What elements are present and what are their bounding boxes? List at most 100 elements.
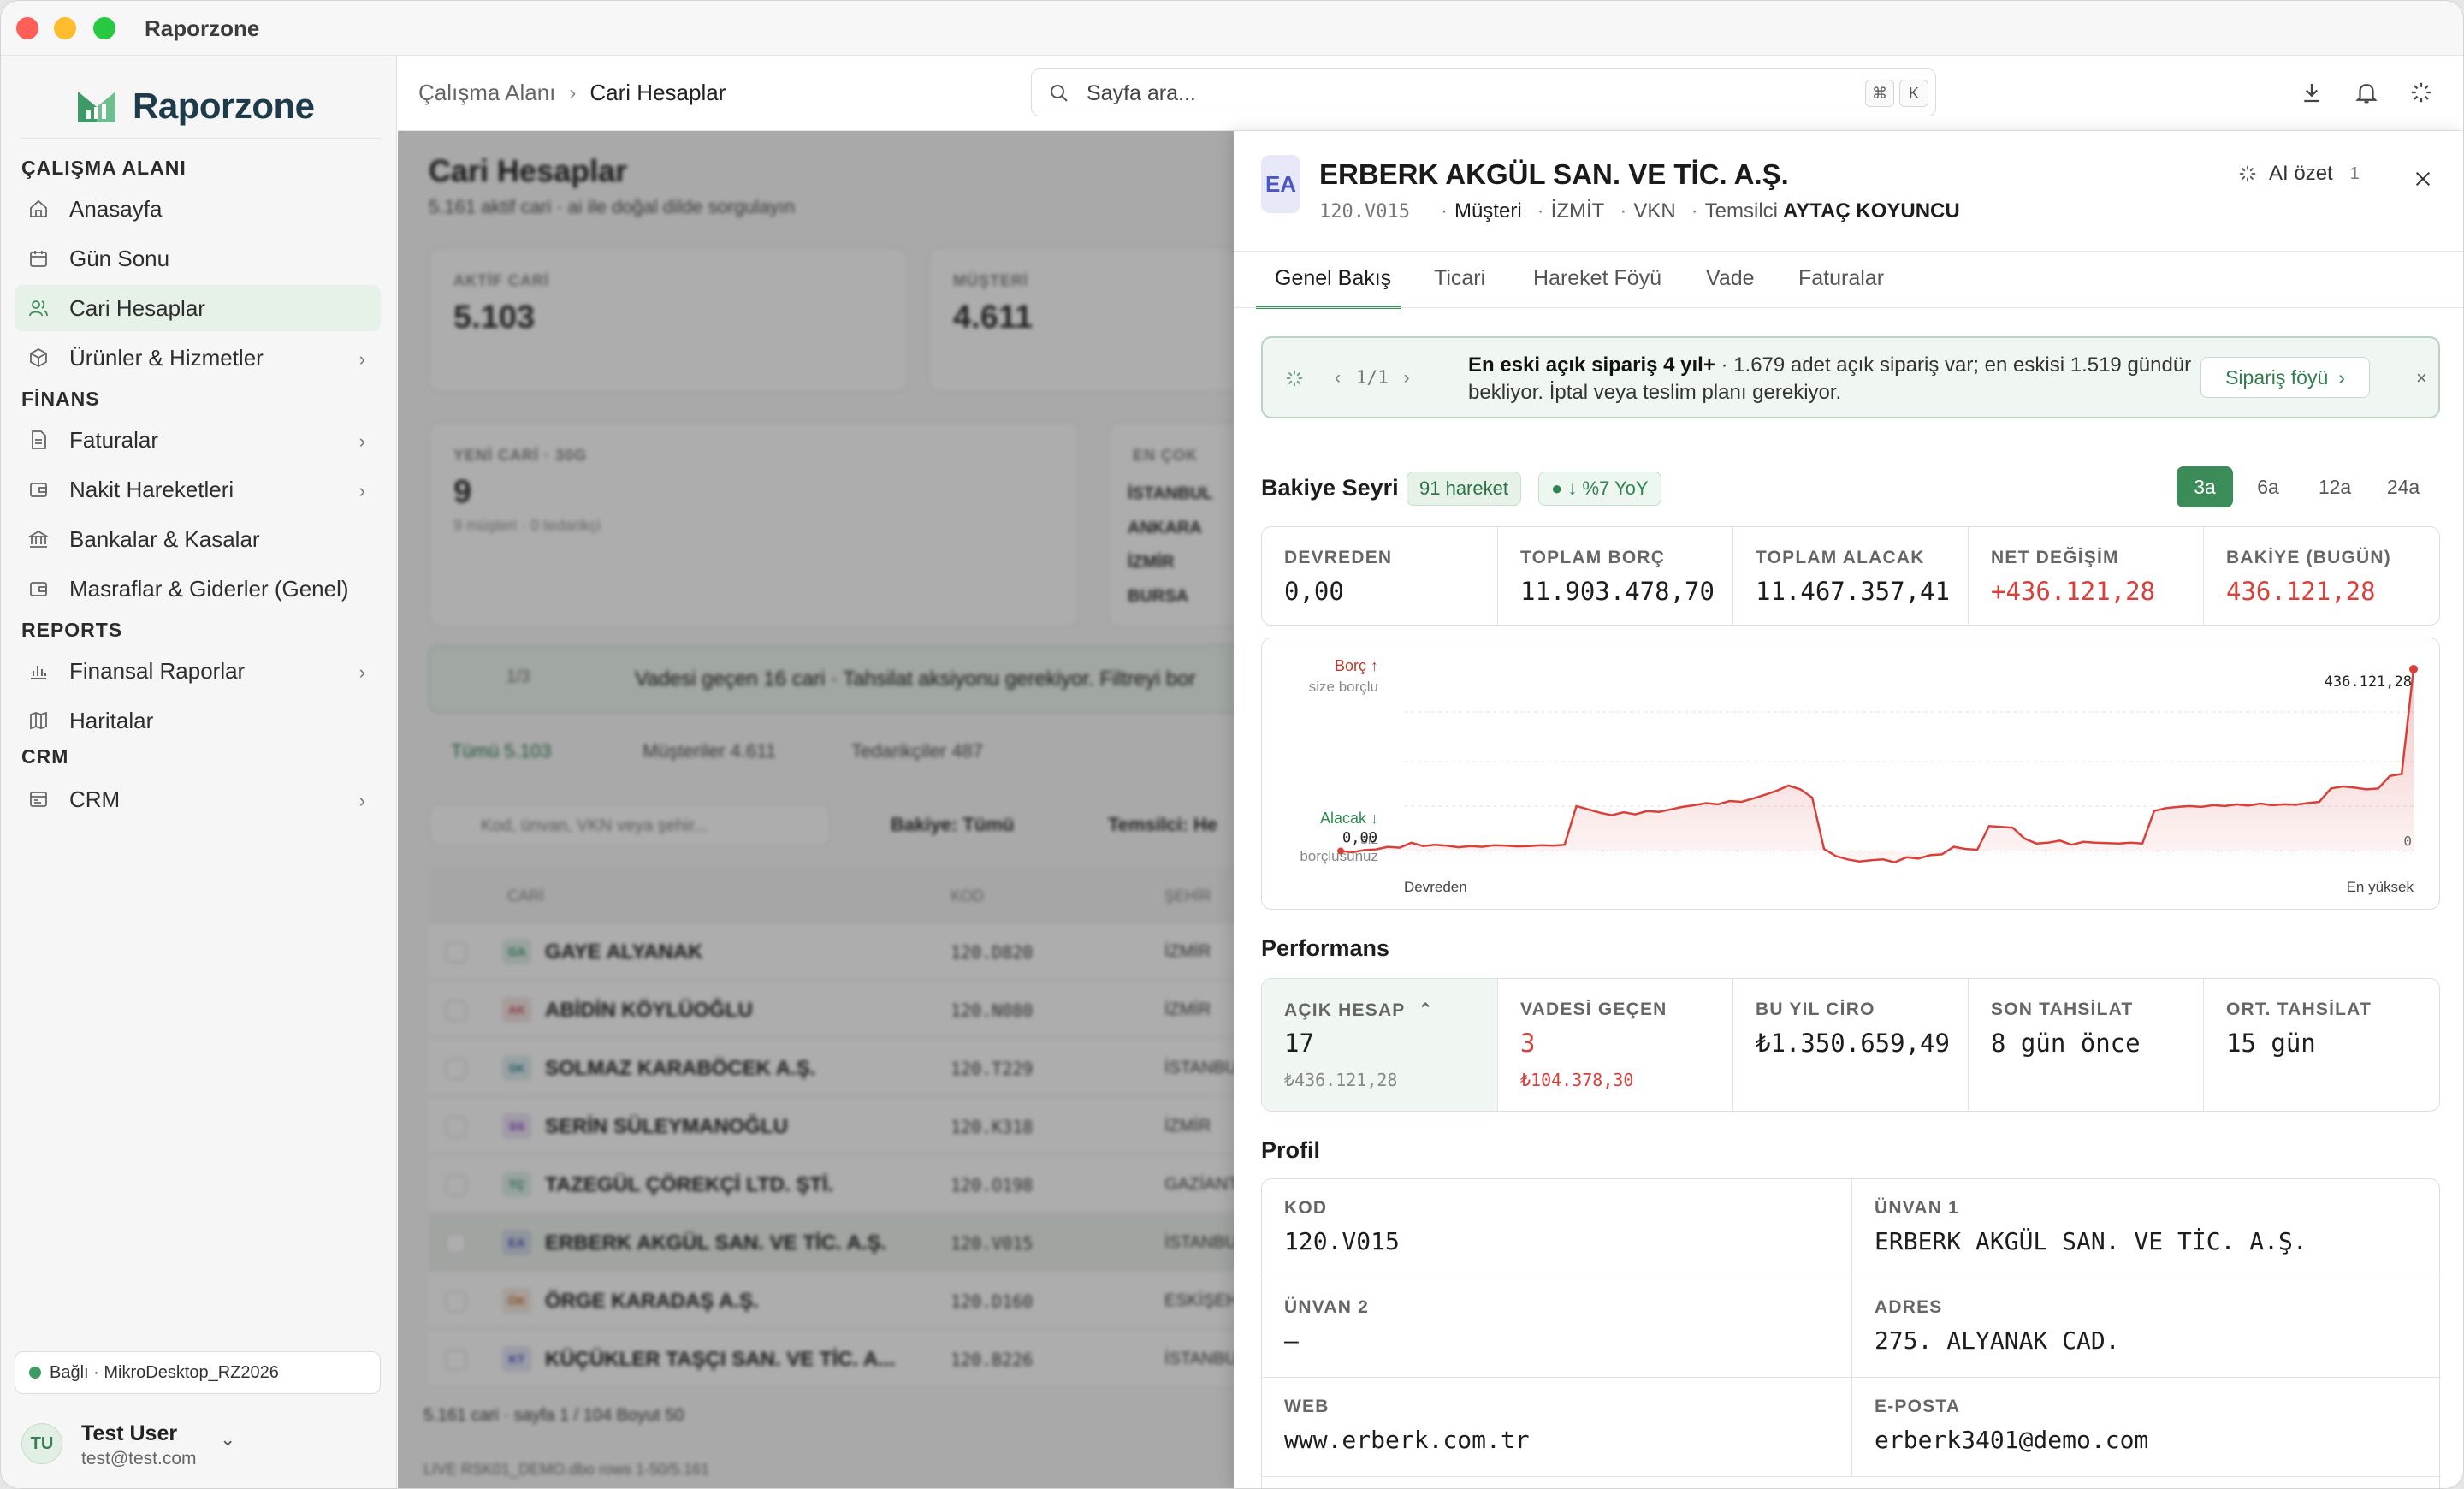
section-label-finance: FİNANS [21,388,100,410]
insight-alert: ‹ 1/1 › En eski açık sipariş 4 yıl+ · 1.… [1261,336,2440,418]
tab-due[interactable]: Vade [1706,266,1755,291]
field-label: ADRES [1875,1297,1943,1317]
breadcrumb-current: Cari Hesaplar [589,80,726,105]
debit-axis-sub: size borçlu [1309,679,1378,695]
download-icon[interactable] [2299,80,2325,105]
stat-sub: ₺436.121,28 [1284,1070,1398,1090]
stat-net-change: NET DEĞİŞİM +436.121,28 [1969,527,2204,625]
sidebar-item-cash-flows[interactable]: Nakit Hareketleri › [15,466,381,513]
search-box[interactable]: ⌘ K [1031,68,1936,116]
close-panel-button[interactable] [2406,162,2440,196]
stat-avg-collection: ORT. TAHSİLAT 15 gün [2204,979,2441,1111]
sidebar-item-label: CRM [69,786,121,812]
sparkle-settings-icon[interactable] [2408,80,2434,105]
field-value: ERBERK AKGÜL SAN. VE TİC. A.Ş. [1875,1227,2307,1255]
breadcrumb-workspace[interactable]: Çalışma Alanı [418,80,555,106]
tab-overview[interactable]: Genel Bakış [1275,266,1391,291]
box-icon [30,347,47,368]
sidebar-item-crm[interactable]: CRM › [15,776,381,822]
bank-icon [28,530,49,548]
period-12a-button[interactable]: 12a [2303,466,2366,507]
stat-value: 436.121,28 [2226,577,2376,606]
connection-status[interactable]: Bağlı · MikroDesktop_RZ2026 [15,1351,381,1394]
profile-field-email: E-POSTA erberk3401@demo.com [1851,1378,2441,1477]
chevron-right-icon: › [358,661,365,683]
stat-label: TOPLAM BORÇ [1520,548,1666,567]
balance-chart-svg: Borç ↑ size borçlu Alacak ↓ siz borçlusu… [1300,657,2418,895]
field-value[interactable]: www.erberk.com.tr [1284,1426,1530,1454]
period-6a-button[interactable]: 6a [2240,466,2296,507]
profile-grid: KOD 120.V015 ÜNVAN 1 ERBERK AKGÜL SAN. V… [1261,1178,2441,1488]
stat-value: 0,00 [1284,577,1344,606]
modal-overlay[interactable] [398,131,1236,1488]
account-avatar: EA [1261,155,1300,213]
sidebar: Raporzone ÇALIŞMA ALANI Anasayfa Gün Son… [1,56,397,1488]
chevron-right-icon[interactable]: › [1404,368,1410,388]
balance-stats: DEVREDEN 0,00 TOPLAM BORÇ 11.903.478,70 … [1261,526,2440,626]
section-label-workspace: ÇALIŞMA ALANI [21,157,187,179]
close-icon [2415,171,2431,187]
minimize-window-button[interactable] [54,17,76,39]
sidebar-item-financial-reports[interactable]: Finansal Raporlar › [15,648,381,694]
stat-label: AÇIK HESAP ⌃ [1284,1000,1434,1021]
field-value[interactable]: erberk3401@demo.com [1875,1426,2148,1454]
bell-icon[interactable] [2354,80,2379,105]
x-end-label: En yüksek [2347,879,2414,895]
status-dot-icon [29,1367,41,1379]
sidebar-item-products[interactable]: Ürünler & Hizmetler › [15,335,381,381]
sidebar-item-day-end[interactable]: Gün Sonu [15,235,381,282]
tab-invoices[interactable]: Faturalar [1798,266,1884,291]
sidebar-item-label: Finansal Raporlar [69,657,246,684]
period-3a-button[interactable]: 3a [2177,466,2233,507]
zoom-window-button[interactable] [93,17,116,39]
stat-overdue: VADESİ GEÇEN 3 ₺104.378,30 [1498,979,1733,1111]
account-city: İZMİT [1550,199,1605,222]
order-ledger-label: Sipariş föyü [2225,365,2329,389]
stat-open-account[interactable]: AÇIK HESAP ⌃ 17 ₺436.121,28 [1262,979,1498,1111]
sidebar-item-home[interactable]: Anasayfa [15,186,381,232]
chevron-right-icon: › [358,348,365,370]
field-value: 275. ALYANAK CAD. [1875,1326,2120,1355]
shortcut-k-key: K [1899,80,1928,107]
user-email: test@test.com [81,1449,197,1468]
sidebar-item-label: Nakit Hareketleri [69,476,234,502]
sidebar-item-accounts[interactable]: Cari Hesaplar [15,285,381,331]
credit-axis-label: Alacak ↓ [1320,810,1378,827]
sidebar-item-invoices[interactable]: Faturalar › [15,417,381,463]
balance-section-title: Bakiye Seyri [1261,475,1399,501]
stat-carried: DEVREDEN 0,00 [1262,527,1498,625]
rep-name: AYTAÇ KOYUNCU [1783,199,1960,222]
cash-icon [30,483,47,497]
account-detail-panel: EA ERBERK AKGÜL SAN. VE TİC. A.Ş. 120.V0… [1234,131,2463,1488]
sidebar-item-maps[interactable]: Haritalar [15,697,381,744]
sidebar-item-expenses[interactable]: Masraflar & Giderler (Genel) [15,566,381,612]
debit-axis-label: Borç ↑ [1335,657,1378,674]
account-code: 120.V015 [1319,200,1410,222]
rep-label: Temsilci [1704,199,1779,222]
order-ledger-button[interactable]: Sipariş föyü › [2200,357,2370,398]
stat-label: VADESİ GEÇEN [1520,1000,1667,1019]
stat-balance-today: BAKİYE (BUGÜN) 436.121,28 [2204,527,2441,625]
brand[interactable]: Raporzone [76,81,315,131]
profile-field-code: KOD 120.V015 [1262,1179,1851,1278]
user-menu[interactable]: TU Test User test@test.com ⌄ [21,1416,381,1476]
dismiss-alert-button[interactable]: × [2416,367,2427,389]
field-label: ÜNVAN 1 [1875,1198,1960,1218]
ai-summary-button[interactable]: AI özet 1 [2238,162,2360,186]
period-24a-button[interactable]: 24a [2372,466,2435,507]
close-window-button[interactable] [16,17,38,39]
chevron-right-icon: › [358,430,365,452]
divider [20,138,381,139]
balance-chart: Borç ↑ size borçlu Alacak ↓ siz borçlusu… [1261,638,2440,910]
tab-movements[interactable]: Hareket Föyü [1533,266,1661,291]
separator: · [1537,199,1544,222]
stat-label: NET DEĞİŞİM [1991,548,2119,567]
moves-badge: 91 hareket [1407,472,1521,506]
chevron-left-icon[interactable]: ‹ [1335,368,1341,388]
sidebar-item-banks[interactable]: Bankalar & Kasalar [15,516,381,562]
app-window: Raporzone Raporzone ÇALIŞMA ALANI Anasay… [0,0,2464,1489]
account-name: ERBERK AKGÜL SAN. VE TİC. A.Ş. [1319,158,1789,190]
tab-commercial[interactable]: Ticari [1434,266,1485,291]
shortcut-cmd-key: ⌘ [1865,80,1894,107]
search-input[interactable] [1087,78,1771,109]
